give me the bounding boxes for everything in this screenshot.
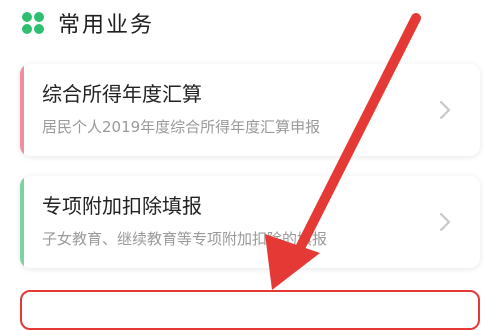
card-title: 专项附加扣除填报 [42, 194, 202, 218]
card-title: 综合所得年度汇算 [42, 82, 202, 106]
card-highlighted[interactable] [20, 290, 480, 330]
section-title: 常用业务 [58, 13, 155, 38]
card-annual-tax-settlement[interactable]: 综合所得年度汇算 居民个人2019年度综合所得年度汇算申报 [20, 64, 480, 156]
card-accent [20, 64, 24, 156]
card-special-deduction[interactable]: 专项附加扣除填报 子女教育、继续教育等专项附加扣除的填报 [20, 176, 480, 268]
card-accent [20, 176, 24, 268]
section-header: 常用业务 [22, 6, 154, 40]
chevron-right-icon [439, 100, 451, 120]
chevron-right-icon [439, 212, 451, 232]
grid-apps-icon [22, 12, 44, 34]
card-subtitle: 居民个人2019年度综合所得年度汇算申报 [42, 118, 321, 136]
card-subtitle: 子女教育、继续教育等专项附加扣除的填报 [42, 230, 328, 248]
